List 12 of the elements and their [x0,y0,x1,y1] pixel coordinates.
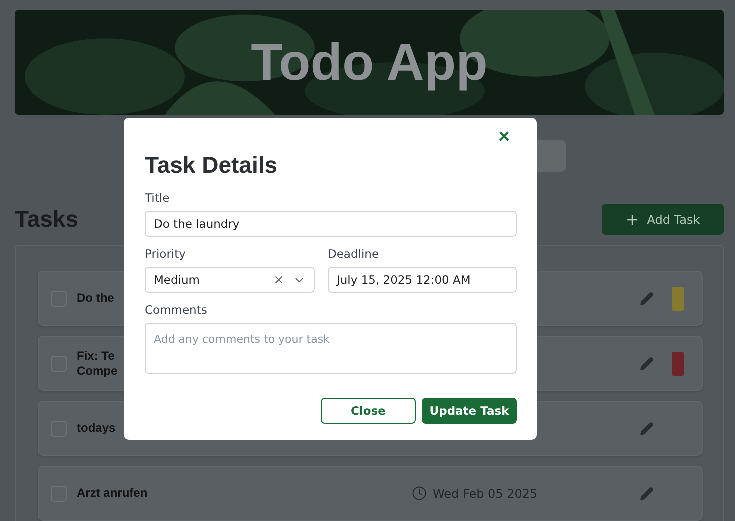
field-label: Title [145,191,171,205]
task-title: Arzt anrufen [77,486,149,501]
dialog-title: Task Details [145,152,279,179]
field-label: Priority [145,247,187,261]
tasks-heading: Tasks [15,206,79,233]
task-date: Wed Feb 05 2025 [433,486,538,500]
task-title: Fix: Te Compe [77,348,119,378]
app-title: Todo App [251,32,488,92]
field-label: Deadline [328,247,380,261]
field-label: Comments [145,303,208,317]
task-title: todays [77,421,117,436]
task-title: Do the [77,291,116,306]
